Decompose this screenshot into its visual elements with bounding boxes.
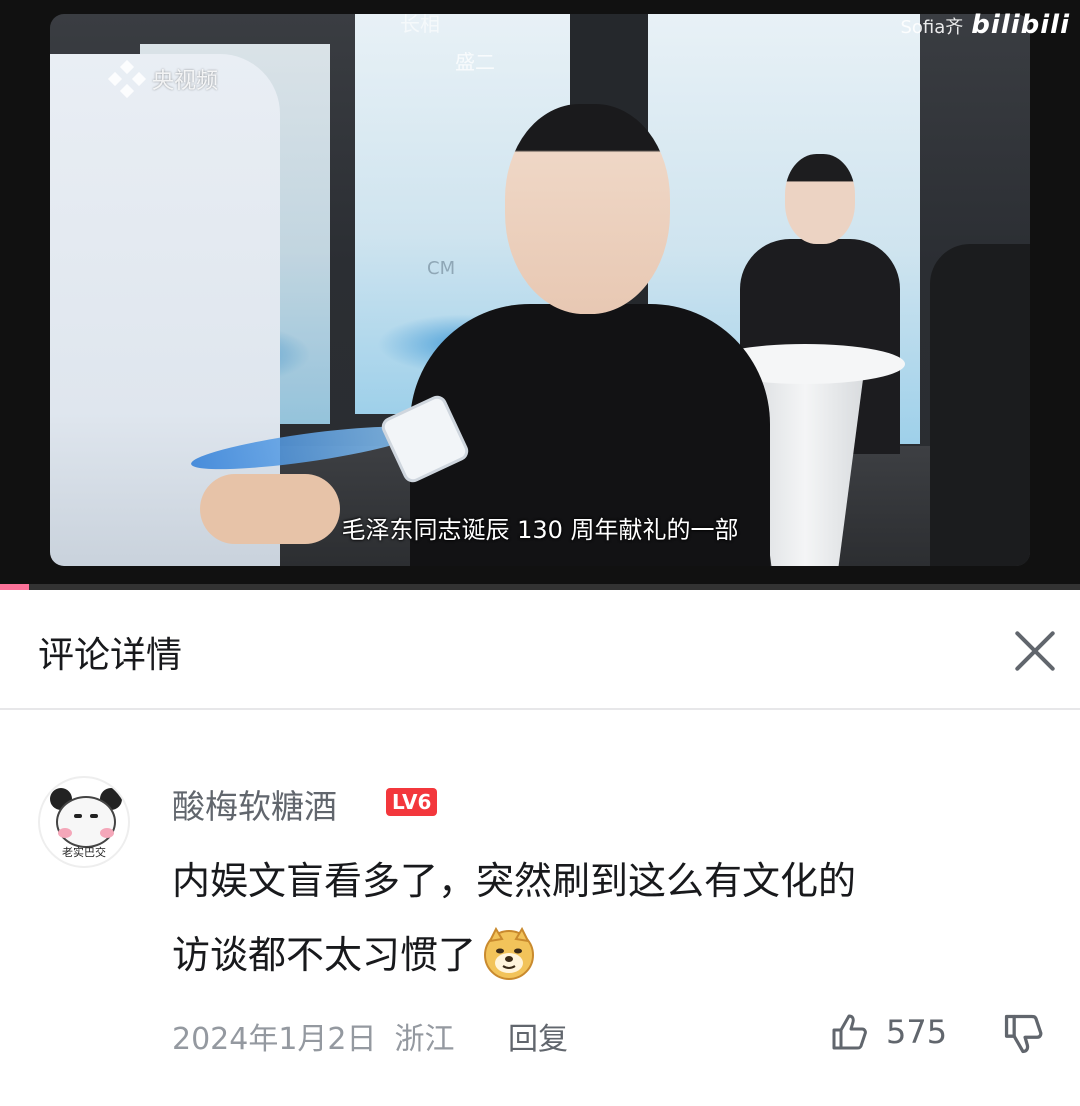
thumbs-up-icon — [832, 1014, 867, 1050]
interviewer — [50, 54, 340, 566]
avatar-caption: 老实巴交 — [62, 846, 106, 859]
bilibili-logo: bilibili — [971, 10, 1070, 40]
user-level-badge: LV6 — [386, 788, 438, 816]
like-button[interactable]: 575 — [828, 1010, 947, 1054]
comment-item: 老实巴交 酸梅软糖酒 LV6 内娱文盲看多了，突然刷到这么有文化的 访谈都不太习… — [0, 712, 1080, 1106]
comment-username[interactable]: 酸梅软糖酒 — [172, 780, 337, 828]
close-icon[interactable] — [1012, 628, 1058, 674]
comment-text-line: 内娱文盲看多了，突然刷到这么有文化的 — [172, 859, 857, 903]
uploader-name: Sofia齐 — [900, 17, 964, 38]
reply-button[interactable]: 回复 — [508, 1014, 568, 1058]
avatar[interactable]: 老实巴交 — [38, 776, 130, 868]
channel-watermark: 央视频 — [107, 59, 219, 99]
like-count: 575 — [886, 1013, 948, 1051]
comment-location: 浙江 — [394, 1022, 455, 1057]
dislike-button[interactable] — [1000, 1010, 1050, 1060]
doge-emoji-icon — [484, 926, 535, 980]
interviewee — [410, 104, 770, 566]
video-frame[interactable]: CM 央视频 长相 盛二 毛泽东同志诞辰 130 周年献礼的一部 — [50, 14, 1030, 566]
comment-date: 2024年1月2日 — [172, 1022, 377, 1057]
cctv-logo-icon — [107, 59, 147, 99]
comment-meta: 2024年1月2日 浙江 — [172, 1014, 455, 1058]
comment-detail-header: 评论详情 — [0, 590, 1080, 710]
video-top-label: 长相 — [400, 14, 440, 36]
video-subtitle: 毛泽东同志诞辰 130 周年献礼的一部 — [341, 516, 739, 544]
comment-text-line-2: 访谈都不太习惯了 — [172, 918, 1032, 992]
page-title: 评论详情 — [38, 635, 183, 676]
channel-watermark-text: 央视频 — [152, 69, 219, 94]
thumbs-down-icon — [1004, 1014, 1043, 1054]
video-player[interactable]: CM 央视频 长相 盛二 毛泽东同志诞辰 130 周年献礼的一部 Sofia齐 … — [0, 0, 1080, 590]
comment-text-line: 访谈都不太习惯了 — [172, 933, 477, 977]
comment-body: 内娱文盲看多了，突然刷到这么有文化的 访谈都不太习惯了 — [172, 844, 1032, 992]
video-top-label-2: 盛二 — [455, 50, 495, 74]
platform-watermark: Sofia齐 bilibili — [900, 10, 1070, 40]
